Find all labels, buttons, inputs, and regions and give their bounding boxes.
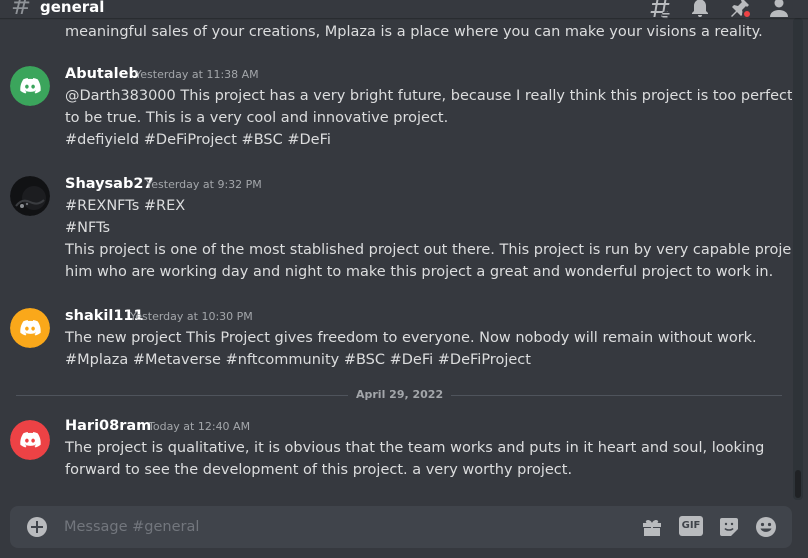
- avatar[interactable]: [10, 176, 50, 216]
- message-line: The new project This Project gives freed…: [65, 330, 757, 346]
- author-name[interactable]: Abutaleb: [65, 64, 139, 84]
- message-composer: GIF: [10, 506, 792, 548]
- avatar[interactable]: [10, 308, 50, 348]
- members-icon[interactable]: [767, 0, 791, 18]
- avatar[interactable]: [10, 420, 50, 460]
- scrollbar-track[interactable]: [793, 18, 803, 500]
- author-name[interactable]: Hari08ram: [65, 416, 151, 436]
- pin-icon[interactable]: [727, 0, 752, 19]
- add-icon[interactable]: [27, 517, 47, 537]
- message-input[interactable]: [64, 516, 624, 538]
- message-line: #Mplaza #Metaverse #nftcommunity #BSC #D…: [65, 352, 531, 368]
- hashtag-icon: #: [11, 0, 32, 20]
- message-line: meaningful sales of your creations, Mpla…: [65, 24, 763, 40]
- scrollbar-thumb[interactable]: [795, 470, 801, 498]
- message-line: #NFTs: [65, 220, 111, 236]
- message-line: @Darth383000 This project has a very bri…: [65, 88, 792, 104]
- bell-icon[interactable]: [688, 0, 712, 18]
- message-line: forward to see the development of this p…: [65, 462, 573, 478]
- author-name[interactable]: Shaysab27: [65, 174, 154, 194]
- timestamp: Yesterday at 10:30 PM: [130, 310, 253, 323]
- message-line: #defiyield #DeFiProject #BSC #DeFi: [65, 132, 331, 148]
- message-line: to be true. This is a very cool and inno…: [65, 110, 449, 126]
- date-divider-label: April 29, 2022: [348, 388, 452, 402]
- message-list[interactable]: meaningful sales of your creations, Mpla…: [0, 18, 792, 500]
- channel-name: general: [40, 0, 105, 16]
- channel-header: # general: [0, 0, 808, 20]
- emoji-icon[interactable]: [754, 515, 778, 539]
- message-line: This project is one of the most stablish…: [65, 242, 792, 258]
- timestamp: Today at 12:40 AM: [148, 420, 251, 433]
- threads-icon[interactable]: [648, 0, 672, 19]
- avatar[interactable]: [10, 66, 50, 106]
- sticker-icon[interactable]: [717, 515, 741, 539]
- message-line: The project is qualitative, it is obviou…: [65, 440, 765, 456]
- timestamp: Yesterday at 11:38 AM: [135, 68, 259, 81]
- message-line: #REXNFTs #REX: [65, 198, 186, 214]
- timestamp: Yesterday at 9:32 PM: [146, 178, 262, 191]
- message-line: him who are working day and night to mak…: [65, 264, 774, 280]
- gif-icon[interactable]: GIF: [679, 516, 703, 536]
- gift-icon[interactable]: [640, 515, 664, 539]
